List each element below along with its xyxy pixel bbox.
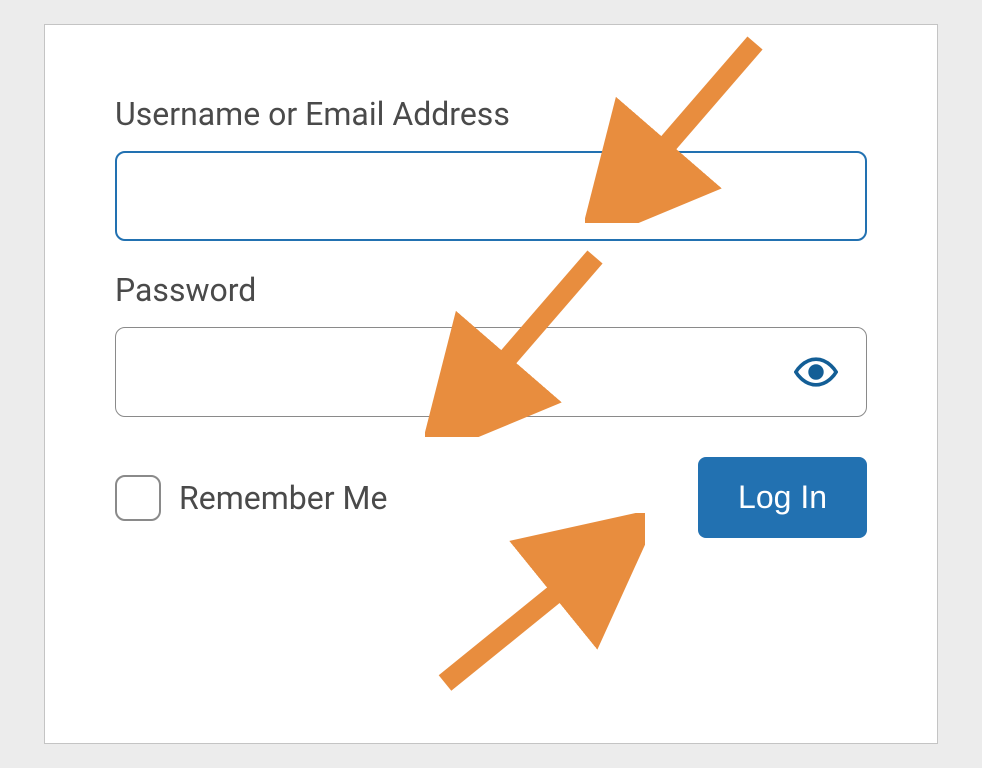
username-label: Username or Email Address	[115, 95, 867, 133]
login-button-label: Log In	[738, 479, 827, 515]
toggle-password-visibility-button[interactable]	[791, 347, 841, 397]
login-button[interactable]: Log In	[698, 457, 867, 538]
remember-me-checkbox[interactable]	[115, 475, 161, 521]
login-card: Username or Email Address Password Remem…	[44, 24, 938, 744]
username-input[interactable]	[115, 151, 867, 241]
eye-icon	[794, 350, 838, 394]
password-label: Password	[115, 271, 867, 309]
password-wrap	[115, 327, 867, 417]
remember-me-wrap: Remember Me	[115, 475, 387, 521]
login-bottom-row: Remember Me Log In	[115, 457, 867, 538]
arrow-annotation-icon	[425, 513, 645, 693]
password-group: Password	[115, 271, 867, 417]
password-input[interactable]	[115, 327, 867, 417]
username-group: Username or Email Address	[115, 95, 867, 241]
remember-me-label: Remember Me	[179, 479, 387, 517]
